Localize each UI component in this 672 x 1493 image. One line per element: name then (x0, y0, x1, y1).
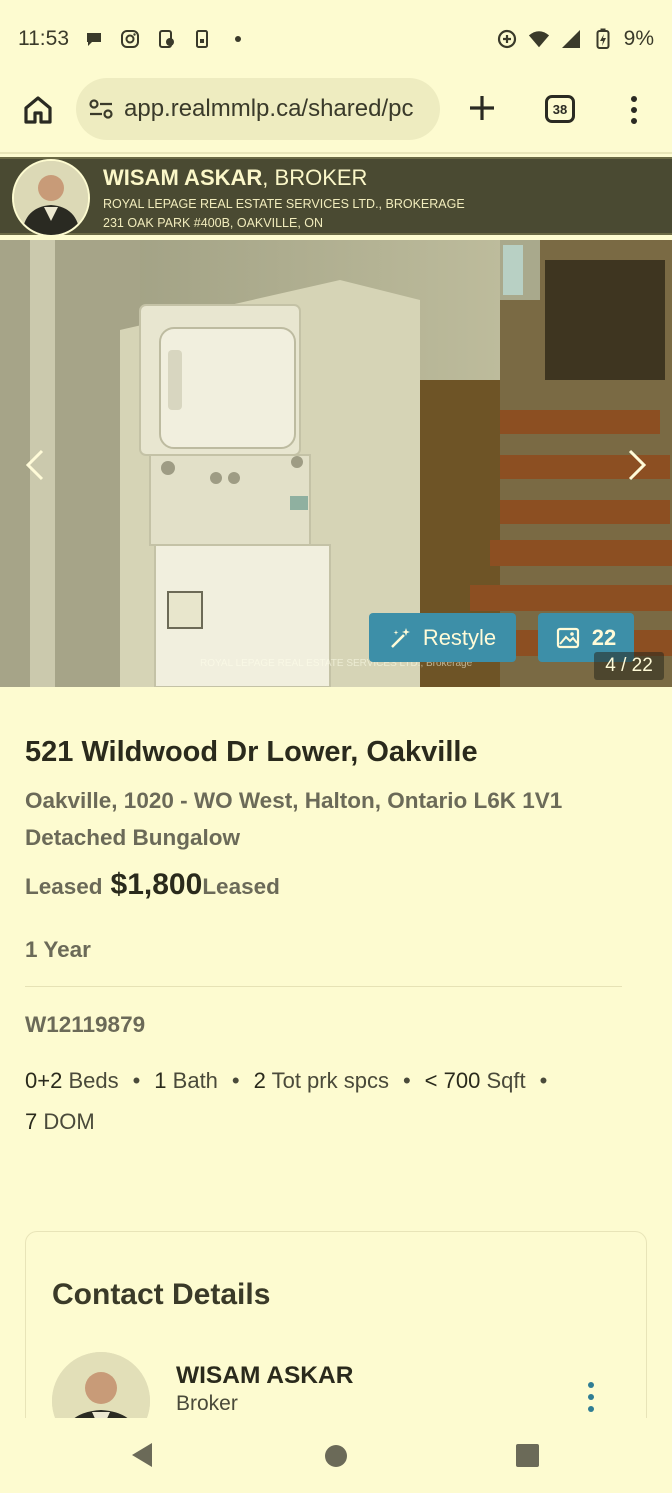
bath-label: Bath (166, 1068, 218, 1093)
feature-parking: 2 Tot prk spcs (254, 1068, 389, 1093)
agent-title: , BROKER (262, 165, 368, 190)
site-settings-icon[interactable] (88, 98, 114, 120)
contact-role: Broker (176, 1392, 238, 1415)
lease-term: 1 Year (25, 937, 91, 962)
separator-dot: • (132, 1068, 141, 1093)
tab-count: 38 (552, 101, 568, 117)
magic-wand-icon (390, 627, 410, 648)
sqft-value: < 700 (424, 1068, 481, 1093)
browser-menu-button[interactable] (620, 92, 648, 128)
separator-dot: • (539, 1068, 548, 1093)
more-vert-icon (631, 96, 637, 124)
toolbar-divider (0, 152, 672, 154)
home-icon (24, 96, 52, 124)
back-button[interactable] (130, 1442, 154, 1473)
dom-label: DOM (37, 1109, 95, 1134)
agent-address: 231 OAK PARK #400B, OAKVILLE, ON (103, 216, 324, 230)
plus-icon (470, 96, 494, 120)
property-type: Detached Bungalow (25, 825, 241, 850)
contact-title: Contact Details (52, 1278, 271, 1311)
listing-region: Oakville, 1020 - WO West, Halton, Ontari… (25, 788, 563, 813)
wifi-icon (528, 28, 550, 50)
parking-label: Tot prk spcs (265, 1068, 389, 1093)
dom-count: 7 (25, 1109, 38, 1134)
contact-name: WISAM ASKAR (176, 1362, 354, 1389)
status-label-2: Leased (202, 874, 280, 899)
url-text[interactable]: app.realmmlp.ca/shared/pc (124, 95, 413, 123)
contact-menu-button[interactable] (581, 1380, 601, 1414)
system-nav-bar (0, 1418, 672, 1493)
address-bar[interactable]: app.realmmlp.ca/shared/pc (76, 78, 440, 140)
photo-counter: 4 / 22 (594, 652, 664, 680)
beds-label: Beds (62, 1068, 119, 1093)
restyle-label: Restyle (422, 624, 497, 650)
instagram-icon (119, 28, 141, 50)
contact-card: Contact Details WISAM ASKAR Broker (25, 1231, 647, 1450)
agent-banner: WISAM ASKAR, BROKER ROYAL LEPAGE REAL ES… (0, 157, 672, 237)
feature-bath: 1 Bath (154, 1068, 218, 1093)
status-time: 11:53 (18, 27, 69, 50)
previous-photo-button[interactable] (20, 445, 50, 485)
separator-dot: • (231, 1068, 240, 1093)
agent-avatar (12, 159, 90, 237)
mls-number: W12119879 (25, 1012, 146, 1037)
dot-icon (227, 28, 249, 50)
new-tab-button[interactable] (464, 90, 500, 126)
listing-address: 521 Wildwood Dr Lower, Oakville (25, 736, 478, 768)
battery-percent: 9% (623, 27, 654, 50)
browser-toolbar: app.realmmlp.ca/shared/pc 38 (0, 78, 672, 142)
bath-count: 1 (154, 1068, 167, 1093)
recents-button[interactable] (516, 1444, 539, 1467)
signal-icon (560, 28, 582, 50)
price-value: $1,800 (110, 868, 203, 901)
image-icon (556, 627, 579, 648)
agent-name-line: WISAM ASKAR, BROKER (103, 165, 367, 191)
restyle-button[interactable]: Restyle (369, 613, 516, 662)
more-vert-icon (588, 1382, 594, 1412)
separator-dot: • (402, 1068, 411, 1093)
tab-switcher-button[interactable]: 38 (545, 95, 575, 123)
feature-beds: 0+2 Beds (25, 1068, 119, 1093)
battery-charging-icon (592, 28, 614, 50)
feature-sqft: < 700 Sqft (425, 1068, 526, 1093)
parking-count: 2 (253, 1068, 266, 1093)
sim-card-icon (191, 28, 213, 50)
back-triangle-icon (132, 1443, 152, 1467)
chevron-left-icon (25, 449, 44, 481)
status-label: Leased (25, 874, 103, 899)
status-bar: 11:53 9% (0, 0, 672, 78)
next-photo-button[interactable] (622, 445, 652, 485)
home-button[interactable] (20, 92, 56, 128)
data-saver-icon (496, 28, 518, 50)
chat-bubble-icon (83, 28, 105, 50)
section-divider (25, 986, 622, 987)
sqft-label: Sqft (480, 1068, 526, 1093)
beds-count: 0+2 (25, 1068, 63, 1093)
home-nav-button[interactable] (325, 1445, 347, 1467)
phone-app-icon (155, 28, 177, 50)
feature-dom: 7 DOM (25, 1109, 95, 1134)
agent-name: WISAM ASKAR (103, 165, 263, 190)
price-line: Leased $1,800 Leased (25, 868, 280, 902)
chevron-right-icon (628, 449, 647, 481)
gallery-count: 22 (591, 624, 617, 650)
listing-photo[interactable]: ROYAL LEPAGE REAL ESTATE SERVICES LTD., … (0, 240, 672, 687)
features-list: 0+2 Beds • 1 Bath • 2 Tot prk spcs • < 700 Sqf… (25, 1060, 635, 1142)
agent-company: ROYAL LEPAGE REAL ESTATE SERVICES LTD., … (103, 197, 465, 211)
